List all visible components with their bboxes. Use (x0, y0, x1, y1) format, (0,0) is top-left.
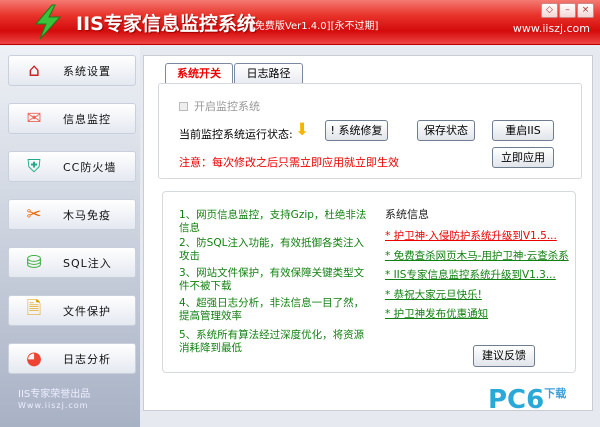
sidebar-item-log-analysis[interactable]: ◕ 日志分析 (8, 343, 136, 374)
sidebar-item-system-settings[interactable]: ⌂ 系统设置 (8, 55, 136, 86)
repair-button[interactable]: ! 系统修复 (325, 120, 388, 141)
tab-system-switch[interactable]: 系统开关 (165, 63, 233, 85)
tab-log-path[interactable]: 日志路径 (234, 63, 303, 84)
chat-icon: ✉ (26, 108, 42, 129)
restart-iis-button[interactable]: 重启IIS (492, 120, 554, 141)
version-label: [免费版Ver1.4.0][永不过期] (251, 21, 379, 32)
brand-url: Www.iiszj.com (18, 401, 89, 410)
tools-icon: ✂ (26, 204, 42, 225)
restore-button[interactable]: ◇ (541, 3, 558, 18)
minimize-button[interactable]: – (559, 3, 576, 18)
feature-item: 3、网站文件保护，有效保障关键类型文件不被下载 (179, 267, 365, 292)
save-state-button[interactable]: 保存状态 (417, 120, 475, 141)
news-link[interactable]: * 护卫神发布优惠通知 (385, 306, 488, 321)
info-group: 1、网页信息监控，支持Gzip，杜绝非法信息 2、防SQL注入功能，有效抵御各类… (162, 191, 576, 373)
house-icon: ⌂ (28, 60, 40, 81)
arrow-down-icon: ⬇ (295, 120, 310, 140)
feature-item: 5、系统所有算法经过深度优化，将资源消耗降到最低 (179, 329, 365, 354)
apply-now-button[interactable]: 立即应用 (492, 147, 554, 168)
sidebar-item-trojan-immunity[interactable]: ✂ 木马免疫 (8, 199, 136, 230)
chart-icon: ◕ (26, 348, 42, 369)
feedback-button[interactable]: 建议反馈 (473, 345, 535, 367)
watermark: PC6下载 (488, 385, 567, 415)
notice-text: 注意：每次修改之后只需立即应用就立即生效 (179, 156, 399, 169)
feature-item: 2、防SQL注入功能，有效抵御各类注入攻击 (179, 237, 364, 262)
control-group: 开启监控系统 当前监控系统运行状态: ⬇ ! 系统修复 保存状态 重启IIS 立… (158, 83, 582, 179)
main-panel: 系统开关 日志路径 开启监控系统 当前监控系统运行状态: ⬇ ! 系统修复 保存… (143, 55, 593, 411)
file-lock-icon: 🗎 (26, 297, 42, 319)
shield-icon: ⛨ (27, 156, 41, 177)
status-label: 当前监控系统运行状态: (179, 128, 293, 141)
brand-label: IIS专家荣誉出品 (18, 389, 91, 400)
lightning-logo-icon (34, 4, 62, 40)
website-link[interactable]: www.iiszj.com (513, 22, 590, 35)
news-link[interactable]: * IIS专家信息监控系统升级到V1.3... (385, 267, 556, 282)
sidebar-item-file-protection[interactable]: 🗎 文件保护 (8, 295, 136, 326)
enable-monitor-checkbox[interactable]: 开启监控系统 (179, 98, 260, 114)
sidebar: ⌂ 系统设置 ✉ 信息监控 ⛨ CC防火墙 ✂ 木马免疫 ⛁ SQL注入 🗎 文件保护 ◕ 日… (0, 46, 140, 427)
database-icon: ⛁ (26, 252, 42, 273)
sidebar-item-info-monitor[interactable]: ✉ 信息监控 (8, 103, 136, 134)
feature-item: 1、网页信息监控，支持Gzip，杜绝非法信息 (179, 209, 367, 234)
news-link[interactable]: * 护卫神·入侵防护系统升级到V1.5... (385, 228, 557, 243)
news-link[interactable]: * 恭祝大家元旦快乐! (385, 287, 482, 302)
sidebar-item-cc-firewall[interactable]: ⛨ CC防火墙 (8, 151, 136, 182)
sysinfo-title: 系统信息 (385, 208, 429, 221)
news-link[interactable]: * 免费查杀网页木马-用护卫神·云查杀系 (385, 248, 569, 263)
app-title: IIS专家信息监控系统 (76, 13, 256, 35)
close-button[interactable]: × (577, 3, 594, 18)
sidebar-item-sql-injection[interactable]: ⛁ SQL注入 (8, 247, 136, 278)
title-bar: IIS专家信息监控系统 [免费版Ver1.4.0][永不过期] ◇ – × ww… (0, 0, 600, 45)
feature-item: 4、超强日志分析，非法信息一目了然，提高管理效率 (179, 297, 365, 322)
